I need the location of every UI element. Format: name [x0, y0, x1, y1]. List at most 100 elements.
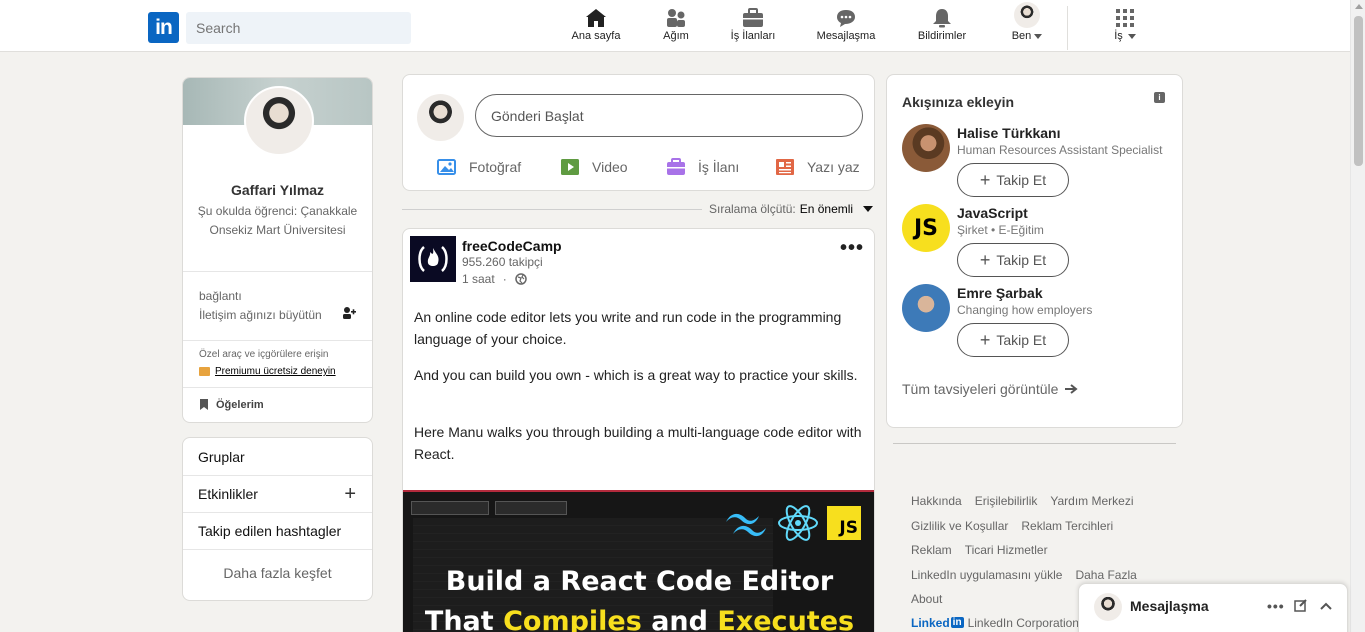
linkedin-wordmark: Linked in [911, 615, 964, 630]
footer-divider [893, 443, 1176, 444]
connections-label[interactable]: bağlantı [199, 289, 242, 303]
follow-button[interactable]: + Takip Et [957, 243, 1069, 277]
reco-title: Akışınıza ekleyin [902, 94, 1015, 110]
nav-home[interactable]: Ana sayfa [570, 6, 622, 50]
add-event-icon[interactable]: + [344, 483, 356, 506]
tailwind-icon [721, 508, 771, 541]
more-options-icon[interactable]: ••• [1267, 598, 1285, 614]
follow-button[interactable]: + Takip Et [957, 323, 1069, 357]
reco-name[interactable]: Emre Şarbak [957, 285, 1043, 301]
reco-desc: Changing how employers [957, 303, 1093, 317]
javascript-logo[interactable]: JS [902, 204, 950, 252]
scroll-up-arrow[interactable] [1355, 4, 1363, 9]
follow-recommendations: Akışınıza ekleyin i Halise Türkkanı Huma… [886, 74, 1183, 428]
caret-down-icon [863, 206, 874, 212]
compose-icon[interactable] [1294, 598, 1308, 615]
photo-button[interactable]: Fotoğraf [437, 158, 521, 176]
follow-button[interactable]: + Takip Et [957, 163, 1069, 197]
divider [183, 271, 372, 272]
chevron-up-icon[interactable] [1319, 598, 1333, 614]
post-image[interactable]: JS Build a React Code Editor That Compil… [403, 490, 874, 632]
post-more-options-icon[interactable]: ••• [840, 237, 864, 260]
nav-network[interactable]: Ağım [656, 6, 696, 50]
start-post-button[interactable]: Gönderi Başlat [475, 94, 863, 137]
avatar[interactable] [902, 284, 950, 332]
avatar[interactable] [902, 124, 950, 172]
article-icon [776, 159, 794, 175]
globe-icon [514, 273, 527, 285]
groups-link[interactable]: Gruplar [183, 439, 372, 476]
image-headline-2: That Compiles and Executes [424, 606, 855, 632]
profile-name[interactable]: Gaffari Yılmaz [183, 182, 372, 198]
footer-link-privacy[interactable]: Gizlilik ve Koşullar [911, 519, 1008, 533]
search-input[interactable] [186, 12, 411, 44]
freecodecamp-logo[interactable] [410, 236, 456, 282]
footer-link-about[interactable]: Hakkında [911, 494, 962, 508]
article-button[interactable]: Yazı yaz [775, 158, 860, 176]
footer-link-ad-prefs[interactable]: Reklam Tercihleri [1021, 519, 1113, 533]
premium-link[interactable]: Premiumu ücretsiz deneyin [199, 366, 336, 377]
premium-icon [199, 367, 210, 376]
network-icon [665, 6, 687, 28]
footer-link-business[interactable]: Ticari Hizmetler [965, 543, 1048, 557]
video-icon [561, 159, 579, 175]
sort-dropdown[interactable]: Sıralama ölçütü: En önemli [709, 202, 874, 216]
chevron-down-icon [1034, 33, 1043, 39]
profile-avatar[interactable] [244, 86, 314, 156]
messaging-title[interactable]: Mesajlaşma [1130, 598, 1209, 614]
top-nav: in Ana sayfa Ağım İş İlanları Mesajlaşma… [0, 0, 1350, 52]
post-paragraph: An online code editor lets you write and… [414, 309, 842, 347]
job-icon [667, 158, 685, 175]
image-tab [495, 501, 567, 515]
footer-link-help[interactable]: Yardım Merkezi [1050, 494, 1133, 508]
add-connection-icon[interactable] [342, 306, 356, 323]
nav-work[interactable]: İş [1105, 6, 1145, 50]
page-scrollbar[interactable] [1350, 0, 1365, 632]
share-box: Gönderi Başlat Fotoğraf Video İş İlanı Y… [402, 74, 875, 191]
hashtags-link[interactable]: Takip edilen hashtagler [183, 513, 372, 550]
react-icon [777, 504, 819, 545]
reco-person: Emre Şarbak Changing how employers + Taki… [902, 284, 1172, 362]
footer-link-app[interactable]: LinkedIn uygulamasını yükle [911, 568, 1062, 582]
plus-icon: + [979, 170, 991, 190]
nav-me[interactable]: Ben [1006, 2, 1048, 50]
scroll-thumb[interactable] [1354, 16, 1363, 166]
chevron-down-icon [1127, 33, 1136, 39]
job-button[interactable]: İş İlanı [666, 158, 739, 176]
nav-notifications[interactable]: Bildirimler [914, 6, 970, 50]
bell-icon [931, 6, 953, 28]
plus-icon: + [979, 250, 991, 270]
footer-link-more[interactable]: Daha Fazla [1075, 568, 1136, 582]
video-button[interactable]: Video [560, 158, 628, 176]
messaging-icon [835, 6, 857, 28]
grid-icon [1115, 6, 1135, 28]
discover-more-link[interactable]: Daha fazla keşfet [183, 565, 372, 581]
profile-headline: Şu okulda öğrenci: Çanakkale Onsekiz Mar… [197, 204, 358, 237]
reco-name[interactable]: Halise Türkkanı [957, 125, 1061, 141]
my-items-link[interactable]: Öğelerim [199, 398, 264, 411]
post-paragraph: And you can build you own - which is a g… [414, 367, 858, 383]
plus-icon: + [979, 330, 991, 350]
linkedin-logo[interactable]: in [148, 12, 179, 43]
grow-network-link[interactable]: İletişim ağınızı büyütün [199, 308, 322, 322]
nav-divider [1067, 6, 1068, 50]
reco-desc: Human Resources Assistant Specialist [957, 143, 1163, 157]
share-avatar [417, 94, 464, 141]
events-link[interactable]: Etkinlikler + [183, 476, 372, 513]
nav-messaging[interactable]: Mesajlaşma [814, 6, 878, 50]
avatar [1094, 593, 1122, 621]
view-all-recommendations-link[interactable]: Tüm tavsiyeleri görüntüle [902, 381, 1079, 397]
messaging-panel[interactable]: Mesajlaşma ••• [1078, 583, 1348, 632]
footer-link-accessibility[interactable]: Erişilebilirlik [975, 494, 1038, 508]
reco-person: JS JavaScript Şirket • E-Eğitim + Takip E… [902, 204, 1172, 282]
reco-name[interactable]: JavaScript [957, 205, 1028, 221]
footer-link-about-en[interactable]: About [911, 592, 942, 606]
corporation-text: LinkedIn Corporation [967, 615, 1079, 630]
reco-desc: Şirket • E-Eğitim [957, 223, 1044, 237]
nav-jobs[interactable]: İş İlanları [727, 6, 779, 50]
info-icon[interactable]: i [1154, 92, 1165, 103]
footer-link-ads[interactable]: Reklam [911, 543, 952, 557]
profile-card: Gaffari Yılmaz Şu okulda öğrenci: Çanakk… [182, 77, 373, 423]
post-author[interactable]: freeCodeCamp [462, 238, 562, 254]
groups-card: Gruplar Etkinlikler + Takip edilen hashta… [182, 437, 373, 601]
